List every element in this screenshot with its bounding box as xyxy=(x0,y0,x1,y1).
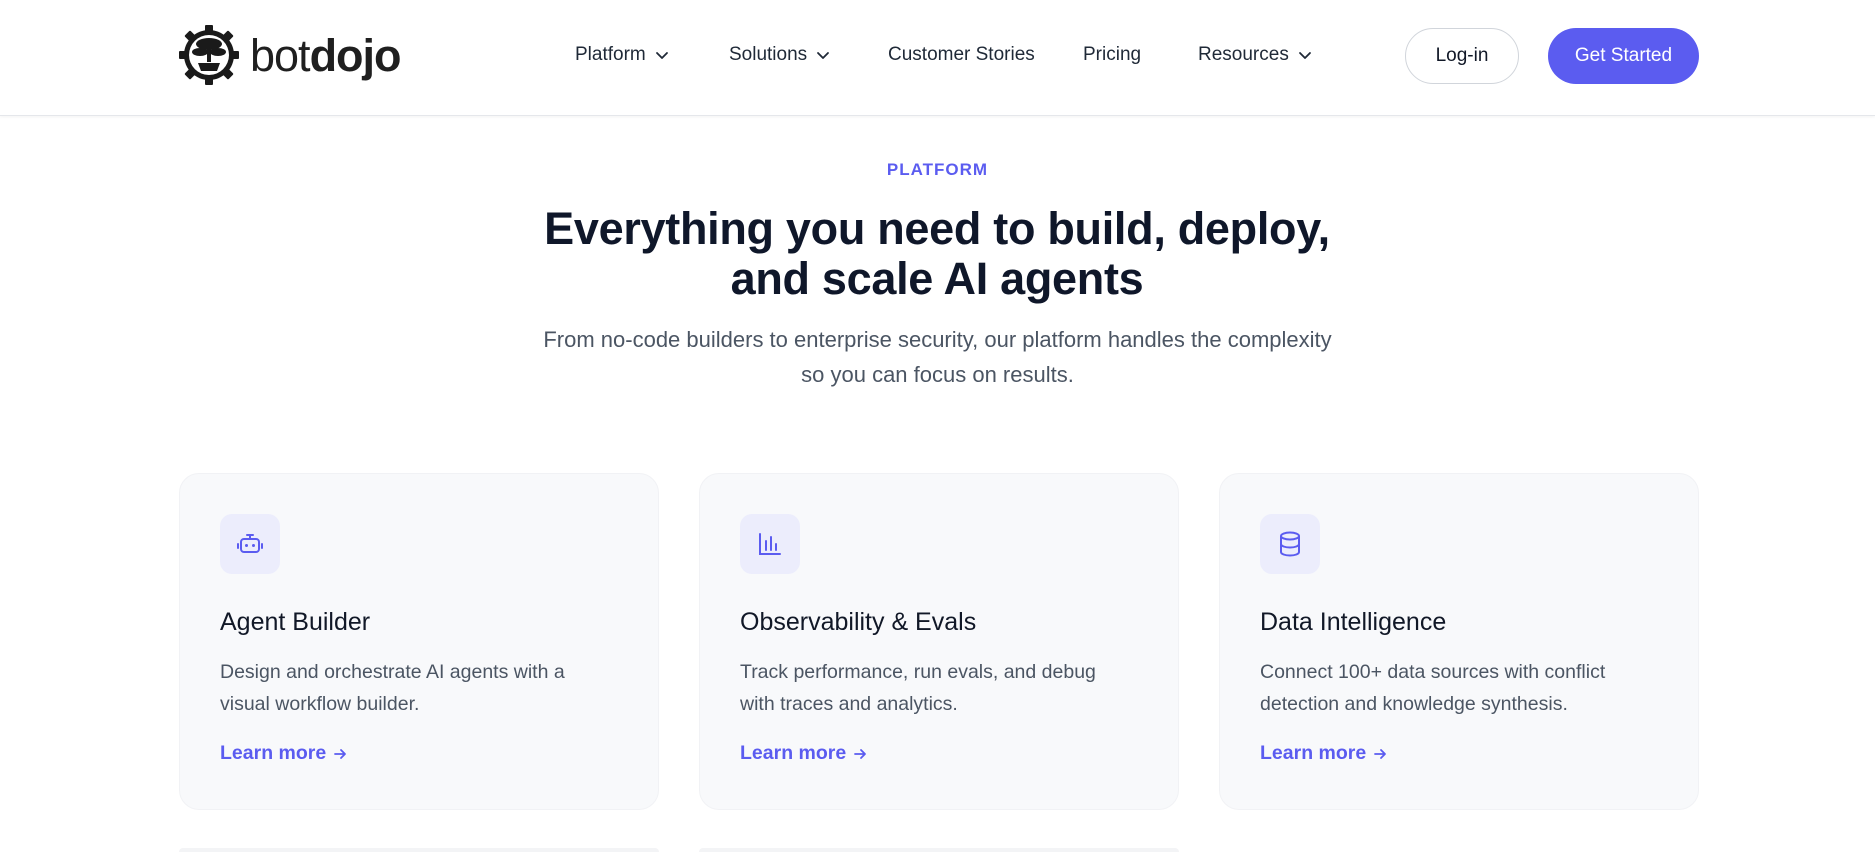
site-header: botdojo Platform Solutions Customer Stor… xyxy=(0,0,1875,116)
card-description-line: Track performance, run evals, and debug xyxy=(740,661,1096,683)
nav-item-platform[interactable]: Platform xyxy=(575,44,669,66)
nav-item-label: Platform xyxy=(575,44,646,65)
nav-item-pricing[interactable]: Pricing xyxy=(1083,44,1141,66)
learn-more-label: Learn more xyxy=(220,742,327,764)
next-card-edge xyxy=(179,848,659,852)
nav-item-resources[interactable]: Resources xyxy=(1198,44,1312,66)
robot-icon xyxy=(237,534,263,553)
nav-item-customer-stories[interactable]: Customer Stories xyxy=(888,44,1035,66)
section-eyebrow: PLATFORM xyxy=(886,160,989,179)
card-description: Track performance, run evals, and debug … xyxy=(740,656,1140,720)
feature-card-agent-builder[interactable]: Agent Builder Design and orchestrate AI … xyxy=(179,473,659,810)
headline-line-1: Everything you need to build, deploy, xyxy=(544,203,1330,254)
card-description-line: Design and orchestrate AI agents with a xyxy=(220,661,565,683)
card-title: Observability & Evals xyxy=(740,608,977,636)
card-icon-badge xyxy=(740,514,800,574)
card-title: Agent Builder xyxy=(220,608,371,636)
get-started-button[interactable]: Get Started xyxy=(1548,28,1699,84)
headline-line-2: and scale AI agents xyxy=(730,253,1144,304)
nav-item-label: Customer Stories xyxy=(888,44,1035,65)
card-icon-badge xyxy=(1260,514,1320,574)
subhead-line-1: From no-code builders to enterprise secu… xyxy=(543,327,1332,352)
feature-card-data-intelligence[interactable]: Data Intelligence Connect 100+ data sour… xyxy=(1219,473,1699,810)
nav-item-label: Pricing xyxy=(1083,44,1142,65)
bar-chart-icon xyxy=(759,533,781,555)
chevron-down-icon xyxy=(817,52,830,59)
chevron-down-icon xyxy=(1298,52,1311,59)
card-title: Data Intelligence xyxy=(1260,608,1447,636)
arrow-right-icon xyxy=(1374,748,1387,759)
nav-item-solutions[interactable]: Solutions xyxy=(729,44,830,66)
learn-more-link[interactable]: Learn more xyxy=(740,742,868,765)
card-description-line: detection and knowledge synthesis. xyxy=(1260,693,1568,715)
feature-card-observability[interactable]: Observability & Evals Track performance,… xyxy=(699,473,1179,810)
learn-more-label: Learn more xyxy=(740,742,847,764)
learn-more-link[interactable]: Learn more xyxy=(220,742,348,765)
section-headline: Everything you need to build, deploy, an… xyxy=(437,204,1437,304)
nav-item-label: Solutions xyxy=(729,44,808,65)
arrow-right-icon xyxy=(854,748,867,759)
learn-more-label: Learn more xyxy=(1260,742,1367,764)
card-description: Design and orchestrate AI agents with a … xyxy=(220,656,620,720)
database-icon xyxy=(1280,531,1300,557)
learn-more-link[interactable]: Learn more xyxy=(1260,742,1388,765)
subhead-line-2: so you can focus on results. xyxy=(801,362,1074,387)
card-description: Connect 100+ data sources with conflict … xyxy=(1260,656,1660,720)
chevron-down-icon xyxy=(655,52,668,59)
arrow-right-icon xyxy=(334,748,347,759)
card-icon-badge xyxy=(220,514,280,574)
card-description-line: visual workflow builder. xyxy=(220,693,420,715)
section-subheading: From no-code builders to enterprise secu… xyxy=(500,322,1375,392)
nav-item-label: Resources xyxy=(1198,44,1289,65)
login-button[interactable]: Log-in xyxy=(1405,28,1519,84)
card-description-line: with traces and analytics. xyxy=(740,693,958,715)
card-description-line: Connect 100+ data sources with conflict xyxy=(1260,661,1606,683)
next-card-edge xyxy=(699,848,1179,852)
